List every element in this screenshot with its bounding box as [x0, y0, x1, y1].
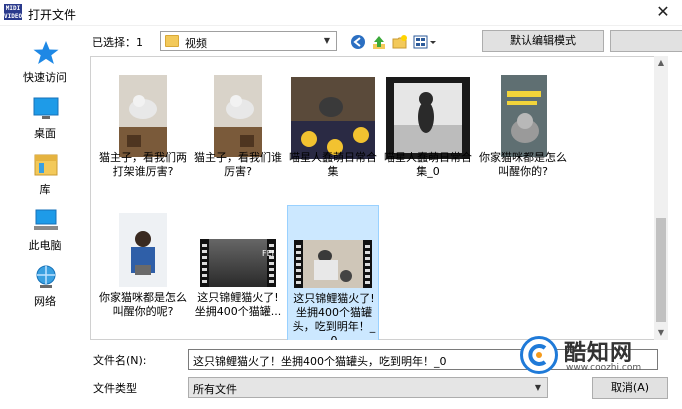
video-thumbnail [119, 213, 167, 287]
video-thumbnail [386, 77, 470, 159]
file-item[interactable]: FEI 这只锦鲤猫火了!坐拥400个猫罐... [192, 205, 284, 335]
film-strip [363, 240, 372, 288]
up-icon[interactable] [371, 34, 387, 50]
place-label: 库 [39, 183, 51, 196]
file-item[interactable]: 猫主子，看我们两打架谁厉害? [97, 65, 189, 195]
file-name: 你家猫咪都是怎么叫醒你的? [479, 151, 567, 178]
film-strip [294, 240, 303, 288]
video-thumbnail: FEI [200, 239, 276, 287]
place-label: 桌面 [34, 127, 56, 140]
watermark-logo-icon [520, 336, 558, 374]
file-name: 这只锦鲤猫火了!坐拥400个猫罐... [194, 291, 282, 318]
new-folder-icon[interactable] [392, 34, 408, 50]
title-bar: MIDI VIDEO 打开文件 ✕ [0, 0, 682, 26]
filename-label: 文件名(N): [93, 354, 147, 367]
film-strip [267, 239, 276, 287]
app-icon-text-bottom: VIDEO [4, 13, 23, 20]
file-list[interactable]: 猫主子，看我们两打架谁厉害? 猫主子，看我们谁厉害? 喵星人蠢萌日常合集 喵星人… [90, 56, 668, 347]
file-name: 喵星人蠢萌日常合集 [289, 151, 377, 178]
app-icon: MIDI VIDEO [4, 4, 22, 20]
chevron-down-icon[interactable]: ▼ [531, 381, 545, 395]
network-icon [36, 265, 56, 288]
secondary-toolbar-button[interactable] [610, 30, 682, 52]
window-title: 打开文件 [28, 8, 77, 22]
vertical-scrollbar[interactable]: ▲ ▼ [654, 56, 668, 340]
chevron-down-icon[interactable]: ▼ [320, 34, 334, 48]
close-icon[interactable]: ✕ [654, 3, 672, 21]
scroll-thumb[interactable] [656, 218, 666, 322]
place-label: 网络 [34, 295, 56, 308]
file-item-selected[interactable]: 这只锦鲤猫火了!坐拥400个猫罐头，吃到明年！_0 [287, 205, 379, 347]
toolbar: 已选择：1 视频 ▼ 默认编辑模式 [0, 26, 682, 56]
places-sidebar: 快速访问 桌面 库 此电脑 网络 [0, 34, 90, 334]
app-icon-text-top: MIDI [5, 5, 21, 12]
folder-name: 视频 [185, 37, 207, 50]
library-icon [34, 154, 58, 176]
file-item[interactable]: 你家猫咪都是怎么叫醒你的? [477, 65, 569, 195]
file-item[interactable]: 猫主子，看我们谁厉害? [192, 65, 284, 195]
computer-icon [34, 209, 58, 230]
folder-icon [165, 35, 179, 47]
watermark: 酷知网 www.coozhi.com [520, 334, 670, 380]
file-name: 喵星人蠢萌日常合集_0 [384, 151, 472, 178]
desktop-icon [33, 97, 59, 119]
edit-mode-button[interactable]: 默认编辑模式 [482, 30, 604, 52]
scroll-up-icon[interactable]: ▲ [654, 56, 668, 70]
cancel-button[interactable]: 取消(A) [592, 377, 668, 399]
watermark-url: www.coozhi.com [566, 363, 642, 373]
file-name: 你家猫咪都是怎么叫醒你的呢? [99, 291, 187, 318]
folder-location-select[interactable]: 视频 ▼ [160, 31, 337, 51]
file-name: 猫主子，看我们两打架谁厉害? [99, 151, 187, 178]
star-icon [33, 41, 59, 64]
place-label: 快速访问 [23, 71, 67, 84]
video-thumbnail [291, 77, 375, 159]
filetype-select[interactable]: 所有文件 ▼ [188, 377, 548, 398]
file-item[interactable]: 你家猫咪都是怎么叫醒你的呢? [97, 205, 189, 335]
back-icon[interactable] [350, 34, 366, 50]
views-icon[interactable] [413, 34, 437, 50]
filetype-label: 文件类型 [93, 382, 137, 395]
file-item[interactable]: 喵星人蠢萌日常合集_0 [382, 65, 474, 195]
file-name: 猫主子，看我们谁厉害? [194, 151, 282, 178]
film-caption: FEI [261, 249, 274, 258]
file-item[interactable]: 喵星人蠢萌日常合集 [287, 65, 379, 195]
place-label: 此电脑 [28, 239, 62, 252]
video-thumbnail [214, 75, 262, 157]
selected-count: 已选择：1 [92, 36, 143, 49]
video-thumbnail [119, 75, 167, 157]
video-thumbnail [294, 240, 372, 288]
film-strip [200, 239, 209, 287]
video-thumbnail [501, 75, 547, 157]
filetype-value: 所有文件 [193, 383, 237, 396]
